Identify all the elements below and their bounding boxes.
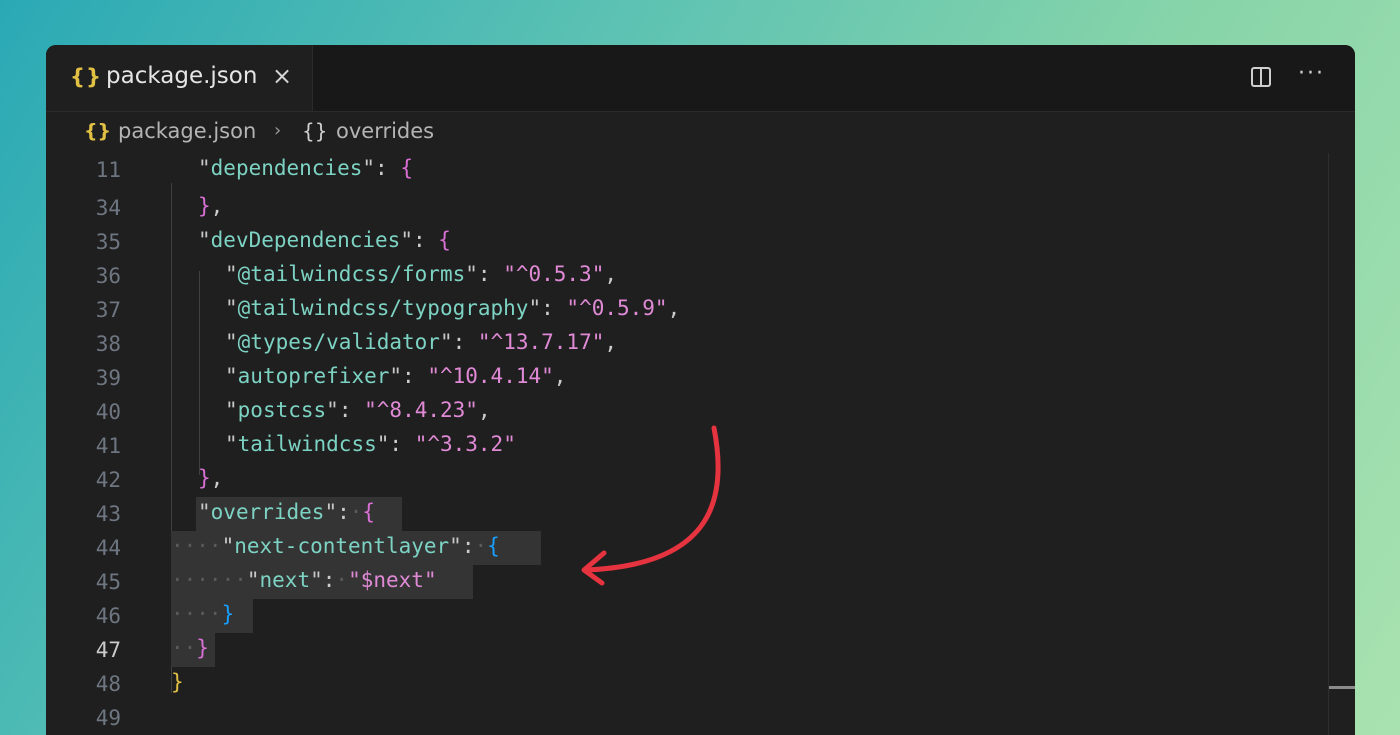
- line-number: 34: [95, 196, 121, 220]
- code-line: 36 "@tailwindcss/forms": "^0.5.3",: [46, 259, 1326, 293]
- code-text: "devDependencies": {: [198, 228, 451, 252]
- code-text: ······"next":·"$next": [171, 568, 437, 592]
- code-text: },: [198, 466, 224, 490]
- code-text: "dependencies": {: [198, 156, 413, 180]
- tab-label: package.json: [106, 63, 258, 89]
- breadcrumb: {} package.json › {} overrides: [46, 111, 1355, 153]
- line-number: 49: [95, 706, 121, 730]
- code-line: 11 "dependencies": {: [46, 153, 1326, 187]
- code-text: "@tailwindcss/forms": "^0.5.3",: [225, 262, 618, 286]
- line-number: 41: [95, 434, 121, 458]
- line-number: 39: [95, 366, 121, 390]
- code-text: },: [198, 194, 224, 218]
- code-line: 47 ··}: [46, 633, 1326, 667]
- code-line: 43 "overrides":·{: [46, 497, 1326, 531]
- code-line: 40 "postcss": "^8.4.23",: [46, 395, 1326, 429]
- line-number: 36: [95, 264, 121, 288]
- code-text: "@tailwindcss/typography": "^0.5.9",: [225, 296, 681, 320]
- code-line: 49: [46, 701, 1326, 735]
- more-actions-icon[interactable]: ···: [1298, 61, 1325, 86]
- scrollbar-marker: [1329, 686, 1355, 689]
- close-icon[interactable]: ×: [272, 62, 292, 90]
- line-number: 44: [95, 536, 121, 560]
- code-line: 34 },: [46, 191, 1326, 225]
- code-text: "overrides":·{: [198, 500, 376, 524]
- code-line: 41 "tailwindcss": "^3.3.2": [46, 429, 1326, 463]
- code-text: ····"next-contentlayer":·{: [171, 534, 500, 558]
- code-editor[interactable]: 11 "dependencies": { 34 }, 35 "devDepend…: [46, 153, 1355, 735]
- line-number: 35: [95, 230, 121, 254]
- code-line: 46 ····}: [46, 599, 1326, 633]
- code-text: ····}: [171, 602, 235, 626]
- code-line: 42 },: [46, 463, 1326, 497]
- code-line: 37 "@tailwindcss/typography": "^0.5.9",: [46, 293, 1326, 327]
- scrollbar[interactable]: [1328, 153, 1355, 735]
- code-text: "tailwindcss": "^3.3.2": [225, 432, 516, 456]
- code-line: 48 }: [46, 667, 1326, 701]
- line-number: 11: [95, 158, 121, 182]
- line-number: 45: [95, 570, 121, 594]
- chevron-right-icon: ›: [274, 120, 282, 141]
- code-text: "postcss": "^8.4.23",: [225, 398, 491, 422]
- code-line: 38 "@types/validator": "^13.7.17",: [46, 327, 1326, 361]
- editor-window: {} package.json × ··· {} package.json › …: [46, 45, 1355, 735]
- tab-package-json[interactable]: {} package.json ×: [46, 45, 313, 111]
- code-text: }: [171, 670, 184, 694]
- json-file-icon: {}: [84, 120, 112, 142]
- code-line: 44 ····"next-contentlayer":·{: [46, 531, 1326, 565]
- tab-bar: {} package.json × ···: [46, 45, 1355, 112]
- code-text: ··}: [171, 636, 209, 660]
- line-number: 40: [95, 400, 121, 424]
- line-number: 42: [95, 468, 121, 492]
- object-icon: {}: [302, 119, 328, 143]
- line-number: 48: [95, 672, 121, 696]
- split-editor-icon[interactable]: [1251, 67, 1271, 87]
- code-text: "autoprefixer": "^10.4.14",: [225, 364, 567, 388]
- breadcrumb-file[interactable]: package.json: [118, 119, 256, 143]
- code-line: 35 "devDependencies": {: [46, 225, 1326, 259]
- code-text: "@types/validator": "^13.7.17",: [225, 330, 618, 354]
- line-number: 37: [95, 298, 121, 322]
- code-line: 39 "autoprefixer": "^10.4.14",: [46, 361, 1326, 395]
- line-number: 43: [95, 502, 121, 526]
- breadcrumb-node[interactable]: overrides: [336, 119, 434, 143]
- json-file-icon: {}: [70, 65, 102, 89]
- line-number: 46: [95, 604, 121, 628]
- line-number: 38: [95, 332, 121, 356]
- line-number: 47: [95, 638, 121, 662]
- code-line: 45 ······"next":·"$next": [46, 565, 1326, 599]
